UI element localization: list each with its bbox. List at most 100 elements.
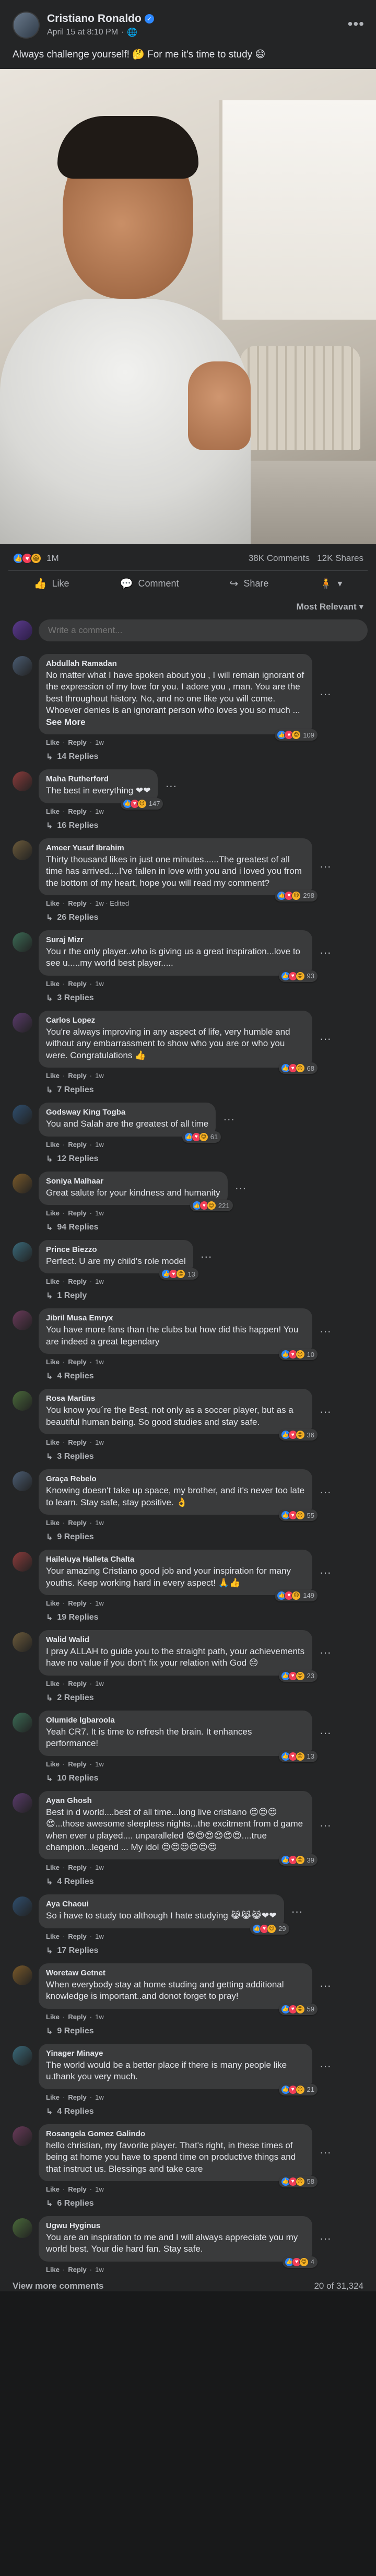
commenter-avatar[interactable] [13,1173,32,1193]
commenter-avatar[interactable] [13,771,32,792]
comment-like-button[interactable]: Like [46,1599,60,1607]
commenter-avatar[interactable] [13,1242,32,1262]
view-replies-link[interactable]: ↳ 6 Replies [46,2198,331,2209]
reaction-picker-button[interactable]: 🧍 ▾ [319,577,342,590]
comment-options-icon[interactable]: ··· [223,1113,234,1126]
comment-reactions[interactable]: 👍 ♥ 😊 39 [278,1854,318,1866]
commenter-avatar[interactable] [13,1471,32,1492]
comment-like-button[interactable]: Like [46,1358,60,1366]
comment-options-icon[interactable]: ··· [320,1726,331,1740]
commenter-avatar[interactable] [13,2126,32,2146]
comment-options-icon[interactable]: ··· [320,1979,331,1993]
comment-reply-button[interactable]: Reply [68,1599,86,1607]
comment-reactions[interactable]: 👍 ♥ 😊 147 [120,798,163,810]
commenter-avatar[interactable] [13,1896,32,1917]
shares-count[interactable]: 12K Shares [317,553,363,563]
comment-reply-button[interactable]: Reply [68,2266,86,2274]
comment-reactions[interactable]: 👍 ♥ 😊 109 [275,729,318,741]
comment-reactions[interactable]: 👍 ♥ 😊 36 [278,1429,318,1441]
comment-reactions[interactable]: 👍 ♥ 😊 23 [278,1670,318,1682]
post-photo[interactable] [0,69,376,544]
commenter-avatar[interactable] [13,2045,32,2066]
commenter-name[interactable]: Rosa Martins [46,1394,305,1403]
comment-reactions[interactable]: 👍 ♥ 😊 13 [159,1268,198,1280]
more-options-icon[interactable]: ••• [348,16,365,32]
like-button[interactable]: 👍 Like [34,577,69,590]
commenter-avatar[interactable] [13,656,32,676]
comment-reactions[interactable]: 👍 ♥ 😊 298 [275,889,318,901]
comment-reactions[interactable]: 👍 ♥ 😊 55 [278,1509,318,1521]
view-replies-link[interactable]: ↳ 12 Replies [46,1154,234,1164]
comment-reply-button[interactable]: Reply [68,1438,86,1446]
comment-options-icon[interactable]: ··· [320,2059,331,2073]
comment-reactions[interactable]: 👍 ♥ 😊 4 [282,2256,318,2268]
comment-reactions[interactable]: 👍 ♥ 😊 13 [278,1750,318,1762]
commenter-name[interactable]: Ameer Yusuf Ibrahim [46,844,305,852]
comment-reactions[interactable]: 👍 ♥ 😊 29 [250,1923,289,1935]
view-replies-link[interactable]: ↳ 4 Replies [46,1877,331,1887]
comment-like-button[interactable]: Like [46,2013,60,2021]
view-more-comments-link[interactable]: View more comments [13,2281,103,2291]
share-button[interactable]: ↪ Share [230,577,269,590]
commenter-name[interactable]: Godsway King Togba [46,1108,208,1117]
view-replies-link[interactable]: ↳ 4 Replies [46,2106,331,2117]
commenter-avatar[interactable] [13,1012,32,1033]
comment-like-button[interactable]: Like [46,1278,60,1285]
comment-like-button[interactable]: Like [46,2093,60,2101]
comment-reply-button[interactable]: Reply [68,980,86,988]
commenter-avatar[interactable] [13,1105,32,1125]
commenter-avatar[interactable] [13,932,32,952]
view-replies-link[interactable]: ↳ 9 Replies [46,2026,331,2036]
view-replies-link[interactable]: ↳ 19 Replies [46,1612,331,1623]
comment-reply-button[interactable]: Reply [68,807,86,815]
commenter-avatar[interactable] [13,1552,32,1572]
comment-like-button[interactable]: Like [46,1209,60,1217]
commenter-name[interactable]: Rosangela Gomez Galindo [46,2129,305,2138]
commenter-name[interactable]: Yinager Minaye [46,2049,305,2058]
view-replies-link[interactable]: ↳ 9 Replies [46,1532,331,1542]
comment-options-icon[interactable]: ··· [320,2232,331,2245]
commenter-name[interactable]: Haileluya Halleta Chalta [46,1555,305,1564]
comment-reply-button[interactable]: Reply [68,739,86,746]
view-replies-link[interactable]: ↳ 26 Replies [46,912,331,923]
commenter-name[interactable]: Jibril Musa Emryx [46,1314,305,1322]
view-replies-link[interactable]: ↳ 94 Replies [46,1222,246,1233]
comment-reactions[interactable]: 👍 ♥ 😊 221 [190,1200,233,1211]
comment-reply-button[interactable]: Reply [68,1209,86,1217]
comment-like-button[interactable]: Like [46,1864,60,1871]
commenter-avatar[interactable] [13,1712,32,1732]
comment-reactions[interactable]: 👍 ♥ 😊 61 [182,1131,221,1143]
comment-reply-button[interactable]: Reply [68,1760,86,1768]
comment-reply-button[interactable]: Reply [68,1358,86,1366]
view-replies-link[interactable]: ↳ 3 Replies [46,1451,331,1462]
comment-like-button[interactable]: Like [46,2185,60,2193]
comment-options-icon[interactable]: ··· [320,1646,331,1659]
commenter-name[interactable]: Maha Rutherford [46,775,150,783]
comment-reply-button[interactable]: Reply [68,1680,86,1688]
comments-count[interactable]: 38K Comments [249,553,310,563]
comment-like-button[interactable]: Like [46,2266,60,2274]
comment-reply-button[interactable]: Reply [68,1072,86,1080]
comment-like-button[interactable]: Like [46,1141,60,1149]
comment-options-icon[interactable]: ··· [320,946,331,959]
comment-options-icon[interactable]: ··· [291,1905,303,1918]
view-replies-link[interactable]: ↳ 2 Replies [46,1693,331,1703]
comment-reply-button[interactable]: Reply [68,2093,86,2101]
view-replies-link[interactable]: ↳ 14 Replies [46,752,331,762]
comment-options-icon[interactable]: ··· [320,1485,331,1499]
comment-options-icon[interactable]: ··· [320,2146,331,2159]
view-replies-link[interactable]: ↳ 10 Replies [46,1773,331,1784]
comment-reply-button[interactable]: Reply [68,1519,86,1527]
comment-reply-button[interactable]: Reply [68,1864,86,1871]
reactions-summary[interactable]: 👍 ♥ 😆 1M [13,553,59,564]
commenter-name[interactable]: Carlos Lopez [46,1016,305,1025]
commenter-name[interactable]: Graça Rebelo [46,1474,305,1483]
view-replies-link[interactable]: ↳ 17 Replies [46,1946,303,1956]
commenter-name[interactable]: Abdullah Ramadan [46,659,305,668]
commenter-name[interactable]: Woretaw Getnet [46,1969,305,1977]
comment-reply-button[interactable]: Reply [68,2185,86,2193]
commenter-avatar[interactable] [13,1391,32,1411]
commenter-avatar[interactable] [13,1632,32,1652]
comment-reply-button[interactable]: Reply [68,2013,86,2021]
comment-reactions[interactable]: 👍 ♥ 😊 21 [278,2083,318,2095]
